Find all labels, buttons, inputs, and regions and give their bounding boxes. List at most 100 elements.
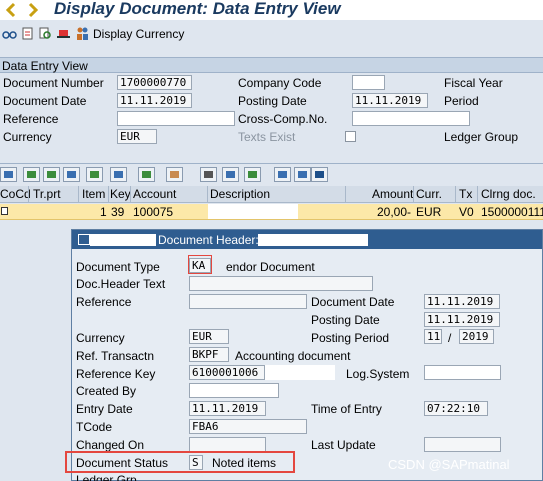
table-row[interactable]: 1 39 100075 20,00- EUR V0 1500000111 [0, 204, 543, 220]
document-search-icon[interactable] [38, 26, 53, 41]
column-header[interactable]: Tx [459, 187, 472, 201]
layout-icon[interactable] [274, 167, 291, 182]
info-icon[interactable] [311, 167, 328, 182]
company-code-label: Company Code [238, 76, 322, 90]
ledger-group-label: Ledger Group [444, 130, 519, 144]
reference-field[interactable] [189, 294, 307, 309]
time-of-entry-label: Time of Entry [311, 402, 382, 416]
currency-field[interactable]: EUR [117, 129, 157, 144]
masked-reference-key [265, 365, 335, 380]
tcode-field[interactable]: FBA6 [189, 419, 307, 434]
ref-transactn-field[interactable]: BKPF [189, 347, 229, 362]
currency-field[interactable]: EUR [189, 329, 229, 344]
column-header[interactable]: Clrng doc. [481, 187, 536, 201]
find-icon[interactable] [63, 167, 80, 182]
document-type-label: Document Type [76, 260, 160, 274]
posting-period-field[interactable]: 11 [424, 329, 442, 344]
column-header[interactable]: Amount [372, 187, 413, 201]
layout-select-icon[interactable] [294, 167, 311, 182]
reference-label: Reference [3, 112, 59, 126]
changed-on-field[interactable] [189, 437, 266, 452]
doc-header-text-field[interactable] [189, 276, 373, 291]
window-title: Display Document: Data Entry View [54, 0, 341, 18]
last-update-label: Last Update [311, 438, 376, 452]
texts-exist-checkbox[interactable] [345, 131, 356, 142]
time-of-entry-field[interactable]: 07:22:10 [424, 401, 488, 416]
hat-icon[interactable] [56, 26, 71, 41]
annotation-box-document-type [188, 255, 212, 274]
grid-header: CoCd Tr.prt Item Key Account Description… [0, 186, 543, 203]
column-header[interactable]: Tr.prt [33, 187, 61, 201]
export-icon[interactable] [244, 167, 261, 182]
sort-ascending-icon[interactable] [23, 167, 40, 182]
masked-description [208, 204, 298, 219]
ref-transactn-text: Accounting document [235, 349, 351, 363]
total-icon[interactable] [138, 167, 155, 182]
reference-field[interactable] [117, 111, 235, 126]
posting-period-separator: / [448, 331, 452, 345]
posting-year-field[interactable]: 2019 [459, 329, 494, 344]
company-code-field[interactable] [352, 75, 385, 90]
title-bar: Display Document: Data Entry View [0, 0, 543, 20]
curr-cell: EUR [416, 205, 442, 219]
people-icon[interactable] [75, 26, 90, 41]
cross-comp-field[interactable] [352, 111, 470, 126]
column-header[interactable]: Account [133, 187, 176, 201]
log-system-label: Log.System [346, 367, 410, 381]
glasses-icon[interactable] [2, 26, 17, 41]
tx-cell: V0 [459, 205, 474, 219]
print-icon[interactable] [200, 167, 217, 182]
key-cell: 39 [111, 205, 125, 219]
document-date-field[interactable]: 11.11.2019 [117, 93, 192, 108]
view-icon[interactable] [222, 167, 239, 182]
row-select-icon[interactable] [1, 207, 8, 215]
back-arrow-icon[interactable] [4, 2, 20, 18]
changed-on-label: Changed On [76, 438, 145, 452]
masked-title-right [258, 234, 368, 246]
posting-date-field[interactable]: 11.11.2019 [424, 312, 500, 327]
doc-header-text-label: Doc.Header Text [76, 277, 166, 291]
watermark: CSDN @SAPmatinal [388, 457, 510, 472]
document-date-label: Document Date [3, 94, 87, 108]
window-icon [78, 234, 90, 245]
last-update-field[interactable] [424, 437, 501, 452]
subtotal-icon[interactable] [166, 167, 183, 182]
posting-date-field[interactable]: 11.11.2019 [352, 93, 428, 108]
ref-transactn-label: Ref. Transactn [76, 349, 155, 363]
dialog-title-bar: Document Header: [72, 230, 542, 249]
created-by-field[interactable] [189, 383, 279, 398]
entry-date-label: Entry Date [76, 402, 133, 416]
reference-key-field[interactable]: 6100001006 [189, 365, 265, 380]
entry-date-field[interactable]: 11.11.2019 [189, 401, 266, 416]
document-date-field[interactable]: 11.11.2019 [424, 294, 500, 309]
grid-toolbar [0, 163, 543, 185]
reference-key-label: Reference Key [76, 367, 156, 381]
data-entry-view-header: Data Entry View [0, 57, 543, 73]
created-by-label: Created By [76, 384, 137, 398]
sort-descending-icon[interactable] [43, 167, 60, 182]
clrng-doc-cell: 1500000111 [481, 205, 543, 219]
amount-cell: 20,00- [377, 205, 412, 219]
texts-exist-label: Texts Exist [238, 130, 296, 144]
column-header[interactable]: CoCd [0, 187, 31, 201]
column-header[interactable]: Description [210, 187, 270, 201]
item-cell: 1 [100, 205, 107, 219]
filter-dropdown-icon[interactable] [110, 167, 127, 182]
document-edit-icon[interactable] [20, 26, 35, 41]
document-number-field[interactable]: 1700000770 [117, 75, 192, 90]
log-system-field[interactable] [424, 365, 501, 380]
posting-period-label: Posting Period [311, 331, 390, 345]
document-date-label: Document Date [311, 295, 395, 309]
display-currency-button[interactable]: Display Currency [93, 27, 184, 41]
masked-cell [30, 204, 78, 219]
forward-arrow-icon[interactable] [24, 2, 40, 18]
column-header[interactable]: Key [110, 187, 131, 201]
filter-icon[interactable] [86, 167, 103, 182]
application-toolbar: Display Currency [0, 22, 543, 46]
column-header[interactable]: Curr. [416, 187, 442, 201]
annotation-box-document-status [65, 451, 295, 473]
column-header[interactable]: Item [82, 187, 105, 201]
posting-date-label: Posting Date [238, 94, 307, 108]
details-icon[interactable] [0, 167, 17, 182]
document-type-text: endor Document [226, 260, 315, 274]
